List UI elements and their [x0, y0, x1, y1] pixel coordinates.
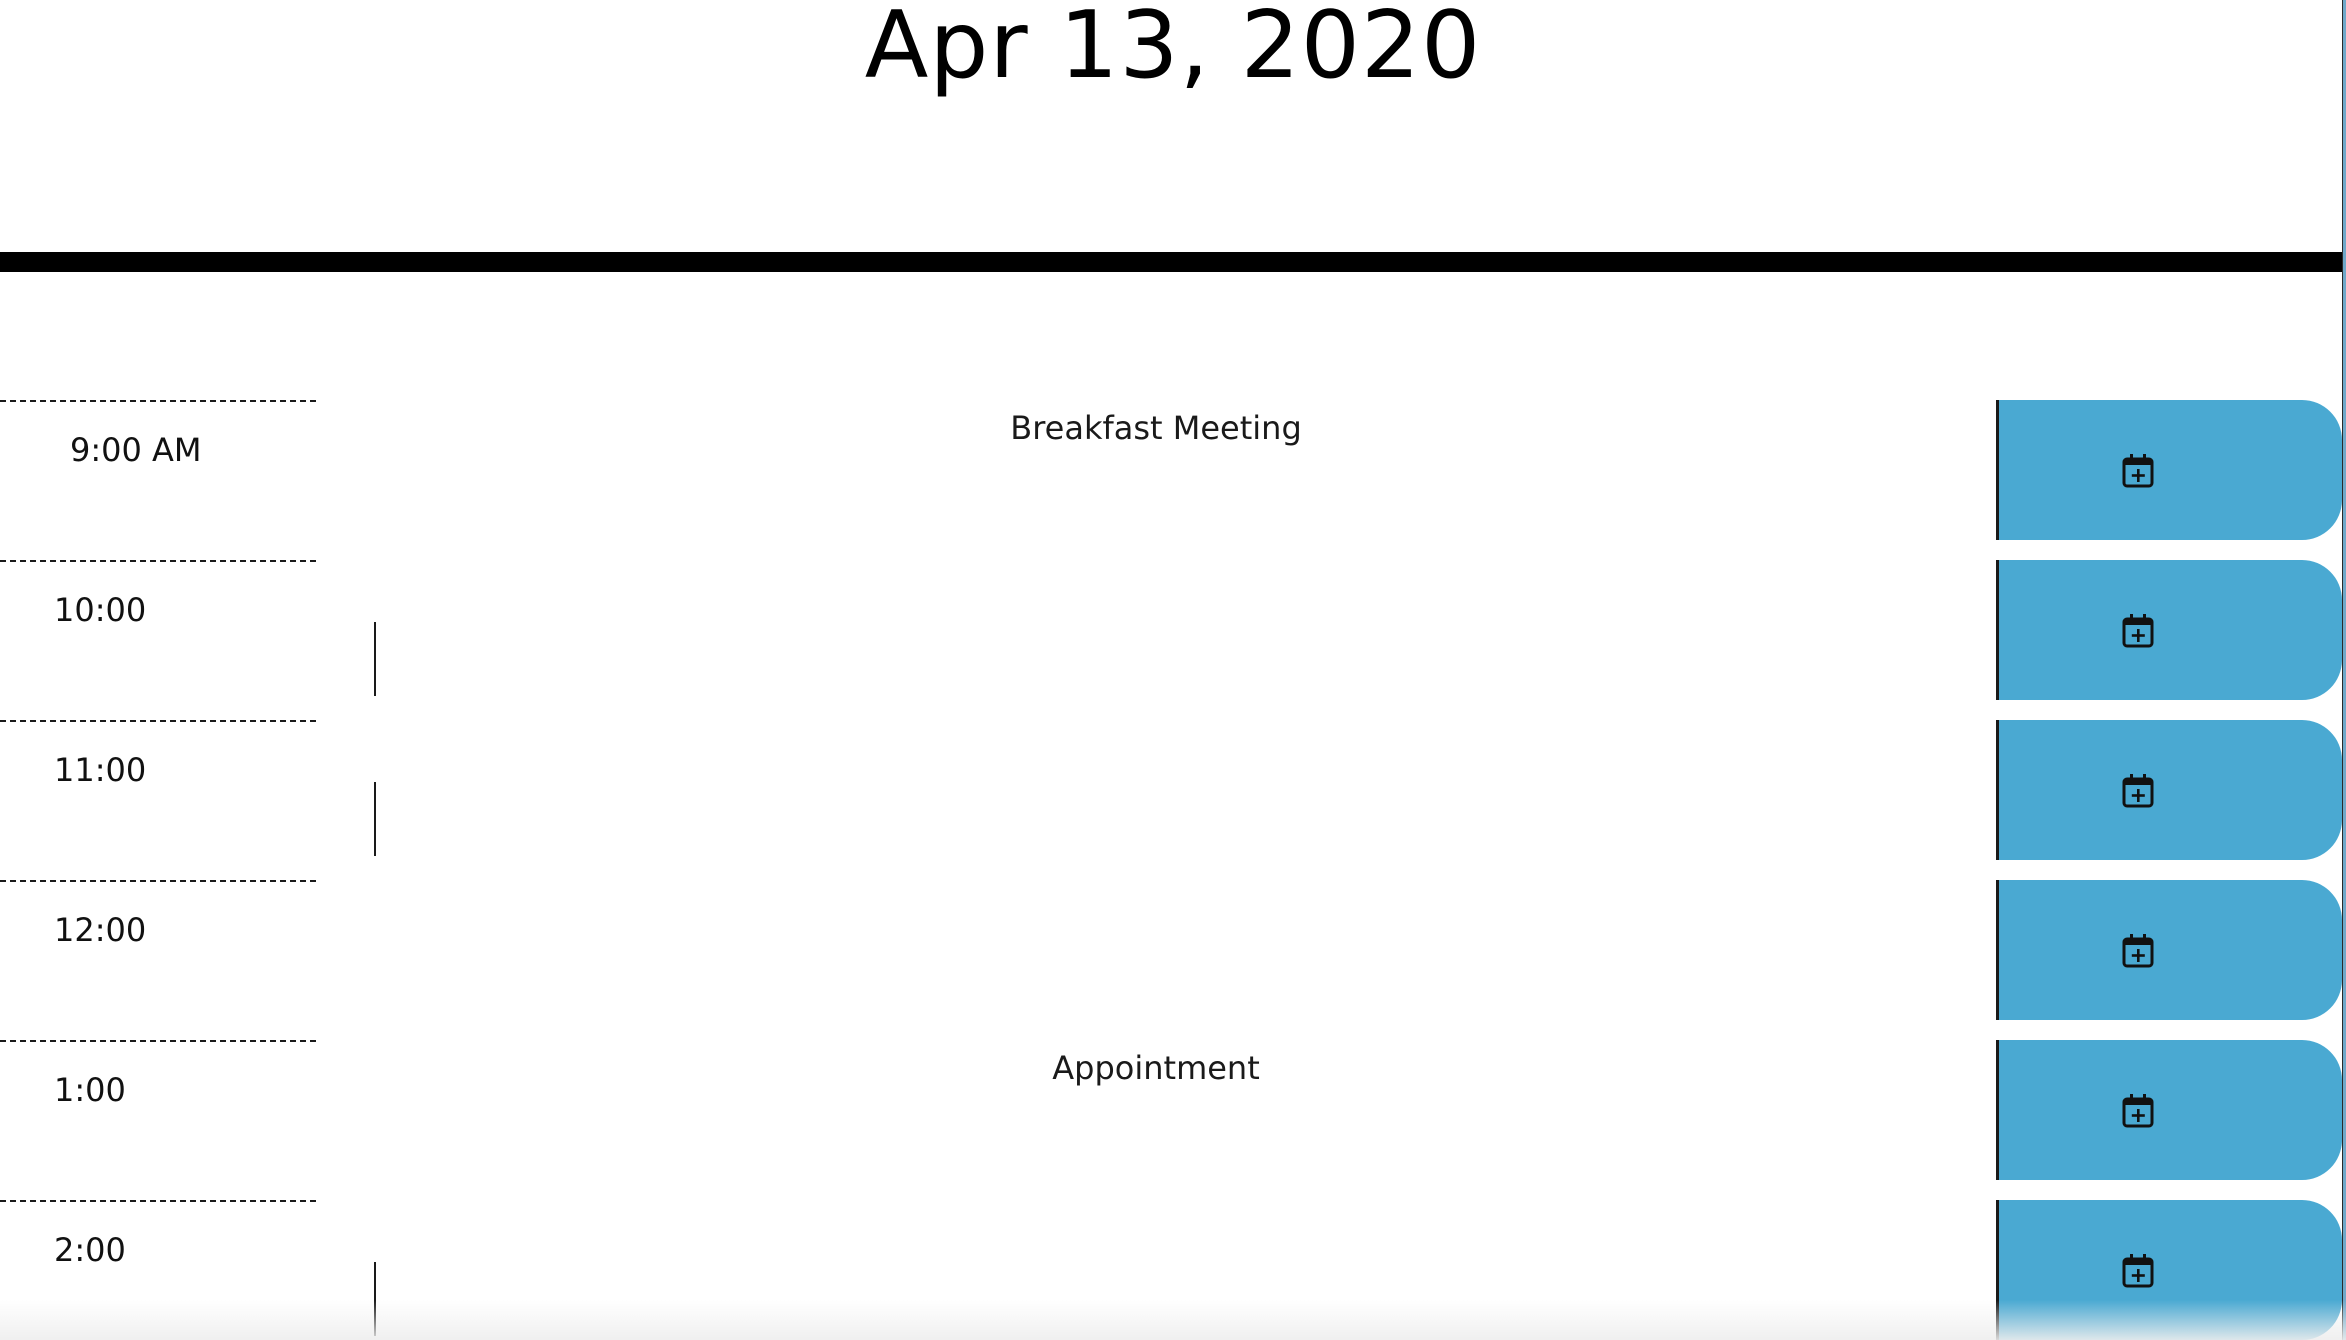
text-cursor	[374, 782, 376, 856]
time-block-row: 1:00 Appointment	[0, 1040, 2346, 1200]
calendar-plus-icon	[2122, 934, 2154, 968]
hour-label: 2:00	[54, 1231, 126, 1269]
calendar-plus-icon	[2122, 774, 2154, 808]
hour-label: 10:00	[54, 591, 147, 629]
calendar-plus-icon	[2122, 1254, 2154, 1288]
save-button[interactable]	[1996, 720, 2342, 860]
hour-label: 9:00 AM	[70, 431, 202, 469]
hour-cell: 11:00	[0, 720, 316, 880]
calendar-plus-icon	[2122, 1094, 2154, 1128]
calendar-plus-icon	[2122, 614, 2154, 648]
hour-label: 12:00	[54, 911, 147, 949]
description-text: Appointment	[1052, 1049, 1260, 1087]
text-cursor	[374, 622, 376, 696]
time-block-row: 2:00	[0, 1200, 2346, 1340]
description-field[interactable]: Appointment	[316, 1040, 1996, 1200]
time-block-row: 11:00	[0, 720, 2346, 880]
description-field[interactable]	[316, 560, 1996, 720]
hour-label: 11:00	[54, 751, 147, 789]
hour-cell: 9:00 AM	[0, 400, 316, 560]
header-divider	[0, 252, 2346, 272]
save-button[interactable]	[1996, 1040, 2342, 1180]
description-field[interactable]	[316, 1200, 1996, 1340]
hour-cell: 1:00	[0, 1040, 316, 1200]
save-button[interactable]	[1996, 1200, 2342, 1340]
scheduler-page: Apr 13, 2020 9:00 AM Breakfast Meeting 1…	[0, 0, 2346, 1340]
time-block-row: 9:00 AM Breakfast Meeting	[0, 400, 2346, 560]
hour-cell: 10:00	[0, 560, 316, 720]
time-block-row: 10:00	[0, 560, 2346, 720]
description-field[interactable]: Breakfast Meeting	[316, 400, 1996, 560]
description-field[interactable]	[316, 720, 1996, 880]
hour-label: 1:00	[54, 1071, 126, 1109]
save-button[interactable]	[1996, 880, 2342, 1020]
current-date: Apr 13, 2020	[864, 0, 1482, 99]
calendar-plus-icon	[2122, 454, 2154, 488]
description-text: Breakfast Meeting	[1010, 409, 1302, 447]
time-block-row: 12:00	[0, 880, 2346, 1040]
description-field[interactable]	[316, 880, 1996, 1040]
text-cursor	[374, 1262, 376, 1336]
save-button[interactable]	[1996, 560, 2342, 700]
save-button[interactable]	[1996, 400, 2342, 540]
hour-cell: 12:00	[0, 880, 316, 1040]
hour-cell: 2:00	[0, 1200, 316, 1340]
